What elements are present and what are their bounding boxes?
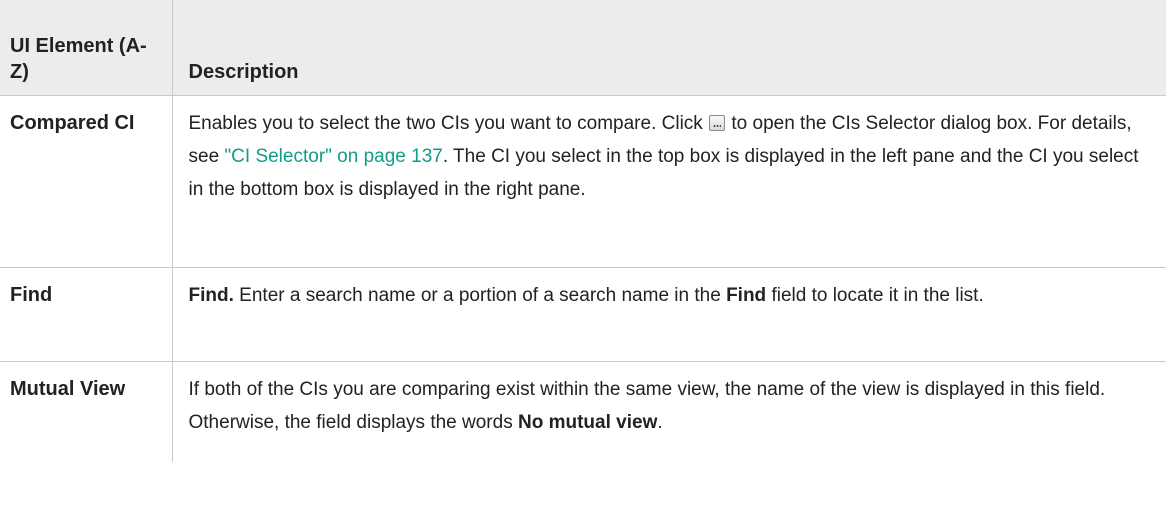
table-row-compared-ci: Compared CI Enables you to select the tw… [0,95,1166,268]
description-text: If both of the CIs you are comparing exi… [188,379,1106,433]
table-row-find: Find Find. Enter a search name or a port… [0,267,1166,362]
element-name-cell: Find [0,267,173,362]
description-cell: Find. Enter a search name or a portion o… [171,267,1166,362]
ci-selector-link[interactable]: "CI Selector" on page 137 [224,146,442,167]
element-name-cell: Mutual View [0,361,173,462]
element-name-cell: Compared CI [0,95,173,268]
element-name: Mutual View [10,378,126,400]
column-header-ui-element: UI Element (A-Z) [0,0,173,96]
element-name: Find [10,284,53,306]
element-name: Compared CI [10,112,135,134]
table-header-row: UI Element (A-Z) Description [0,0,1166,96]
table-row-mutual-view: Mutual View If both of the CIs you are c… [0,361,1166,462]
ui-elements-table: UI Element (A-Z) Description Compared CI… [0,0,1166,462]
description-text: Find. Enter a search name or a portion o… [188,285,984,306]
description-text: Enables you to select the two CIs you wa… [188,113,1139,200]
column-header-description: Description [171,0,1166,96]
ellipsis-button-icon[interactable] [709,115,726,131]
description-cell: Enables you to select the two CIs you wa… [171,95,1166,268]
description-cell: If both of the CIs you are comparing exi… [171,361,1166,462]
